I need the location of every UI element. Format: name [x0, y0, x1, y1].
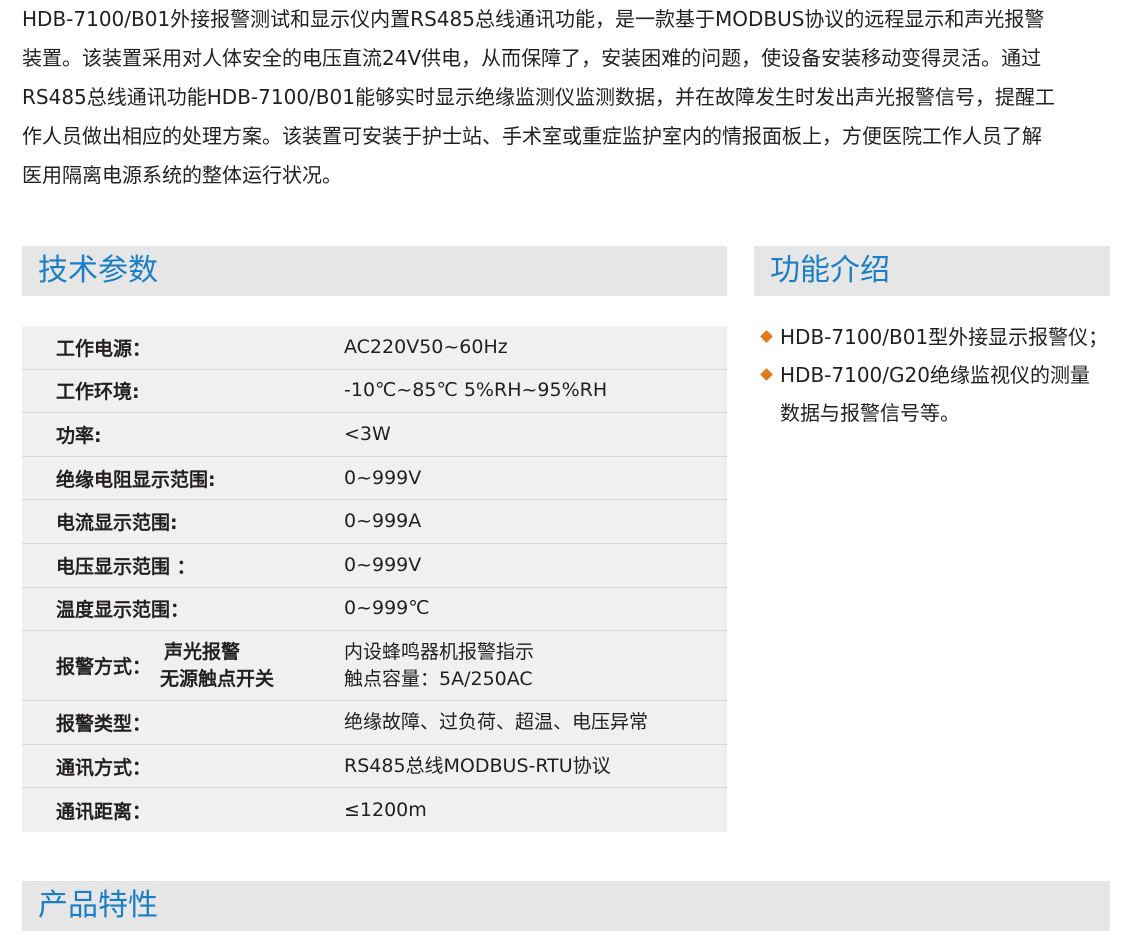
- table-row: 工作环境: -10℃~85℃ 5%RH~95%RH: [22, 370, 727, 414]
- spec-value: 0~999V: [344, 466, 422, 489]
- table-row: 绝缘电阻显示范围: 0~999V: [22, 457, 727, 501]
- spec-value: RS485总线MODBUS-RTU协议: [344, 754, 611, 777]
- spec-table: 工作电源： AC220V50~60Hz 工作环境: -10℃~85℃ 5%RH~…: [22, 326, 727, 832]
- spec-value: 0~999A: [344, 510, 422, 533]
- spec-value: 内设蜂鸣器机报警指示 触点容量：5A/250AC: [344, 631, 534, 700]
- section-header-tech: 技术参数: [22, 246, 727, 296]
- section-title-tech: 技术参数: [38, 253, 158, 288]
- spec-value: 0~999V: [344, 553, 422, 576]
- intro-line: 作人员做出相应的处理方案。该装置可安装于护士站、手术室或重症监护室内的情报面板上…: [22, 124, 1042, 148]
- intro-line: 医用隔离电源系统的整体运行状况。: [22, 163, 342, 187]
- spec-label: 通讯距离：: [56, 800, 152, 823]
- alarm-sub-labels: 声光报警 无源触点开关: [160, 631, 274, 700]
- intro-line: 装置。该装置采用对人体安全的电压直流24V供电，从而保障了，安装困难的问题，使设…: [22, 46, 1042, 70]
- alarm-value: 内设蜂鸣器机报警指示: [344, 640, 535, 663]
- table-row: 功率: <3W: [22, 413, 727, 457]
- spec-value: AC220V50~60Hz: [344, 335, 508, 358]
- function-text: HDB-7100/B01型外接显示报警仪；: [780, 325, 1109, 349]
- function-list: HDB-7100/B01型外接显示报警仪； HDB-7100/G20绝缘监视仪的…: [760, 318, 1135, 432]
- diamond-bullet-icon: [760, 368, 773, 381]
- spec-value: 0~999℃: [344, 597, 430, 620]
- spec-label: 通讯方式：: [56, 756, 152, 779]
- intro-line: RS485总线通讯功能HDB-7100/B01能够实时显示绝缘监测仪监测数据，并…: [22, 85, 1055, 109]
- spec-value: ≤1200m: [344, 798, 427, 821]
- table-row: 通讯方式： RS485总线MODBUS-RTU协议: [22, 745, 727, 789]
- spec-label: 绝缘电阻显示范围:: [56, 468, 216, 491]
- spec-value: -10℃~85℃ 5%RH~95%RH: [344, 379, 608, 402]
- list-item: HDB-7100/B01型外接显示报警仪；: [760, 318, 1135, 356]
- spec-value: <3W: [344, 422, 391, 445]
- spec-label: 工作电源：: [56, 337, 152, 360]
- section-header-func: 功能介绍: [754, 246, 1110, 296]
- function-text: HDB-7100/G20绝缘监视仪的测量: [780, 363, 1090, 387]
- function-text: 数据与报警信号等。: [780, 401, 960, 425]
- spec-label: 工作环境:: [56, 381, 140, 404]
- table-row: 电流显示范围: 0~999A: [22, 500, 727, 544]
- table-row: 工作电源： AC220V50~60Hz: [22, 326, 727, 370]
- table-row: 通讯距离： ≤1200m: [22, 788, 727, 832]
- diamond-bullet-icon: [760, 330, 773, 343]
- section-header-feat: 产品特性: [22, 881, 1110, 931]
- alarm-value: 触点容量：5A/250AC: [344, 667, 533, 690]
- spec-label: 电压显示范围 ：: [56, 555, 196, 578]
- spec-label: 电流显示范围:: [56, 512, 178, 535]
- section-title-feat: 产品特性: [38, 888, 158, 923]
- table-row: 电压显示范围 ： 0~999V: [22, 544, 727, 588]
- intro-paragraph: HDB-7100/B01外接报警测试和显示仪内置RS485总线通讯功能，是一款基…: [22, 0, 1112, 195]
- table-row: 报警类型： 绝缘故障、过负荷、超温、电压异常: [22, 701, 727, 745]
- spec-label: 报警方式：: [56, 656, 152, 679]
- alarm-sub-label: 无源触点开关: [160, 667, 275, 690]
- spec-label: 温度显示范围：: [56, 599, 190, 622]
- table-row-alarm: 报警方式： 声光报警 无源触点开关 内设蜂鸣器机报警指示 触点容量：5A/250…: [22, 631, 727, 702]
- alarm-sub-label: 声光报警: [164, 640, 241, 663]
- table-row: 温度显示范围： 0~999℃: [22, 588, 727, 632]
- list-item: HDB-7100/G20绝缘监视仪的测量 数据与报警信号等。: [760, 356, 1135, 432]
- spec-label: 报警类型：: [56, 712, 152, 735]
- spec-value: 绝缘故障、过负荷、超温、电压异常: [344, 710, 649, 733]
- intro-line: HDB-7100/B01外接报警测试和显示仪内置RS485总线通讯功能，是一款基…: [22, 7, 1045, 31]
- section-title-func: 功能介绍: [770, 253, 890, 288]
- spec-label: 功率:: [56, 424, 102, 447]
